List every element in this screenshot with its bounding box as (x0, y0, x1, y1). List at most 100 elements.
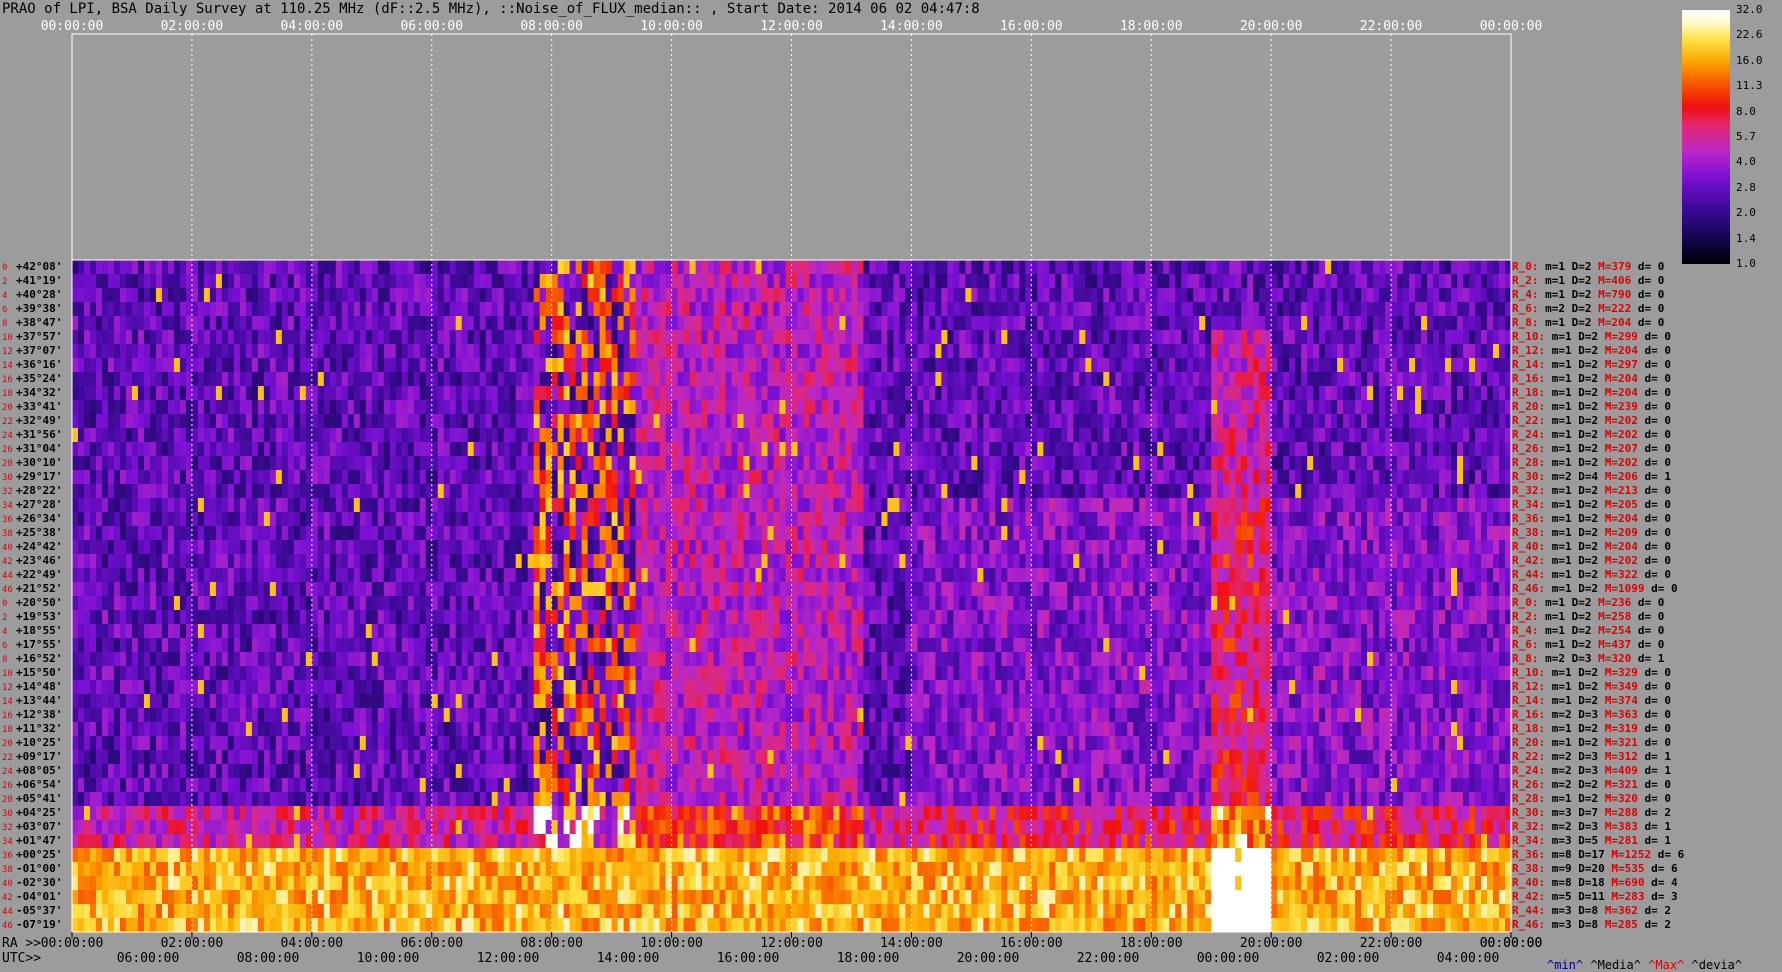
heatmap-cell (251, 330, 259, 345)
heatmap-cell (929, 540, 936, 555)
heatmap-cell (131, 526, 139, 541)
heatmap-cell (191, 330, 199, 345)
heatmap-cell (647, 344, 655, 359)
heatmap-cell (827, 344, 834, 359)
heatmap-cell (695, 498, 703, 513)
heatmap-cell (1403, 456, 1410, 471)
heatmap-cell (497, 442, 505, 457)
heatmap-cell (287, 498, 295, 513)
heatmap-cell (617, 260, 625, 275)
heatmap-cell (1349, 372, 1356, 387)
heatmap-cell (239, 316, 247, 331)
heatmap-cell (1157, 414, 1164, 429)
heatmap-cell (269, 470, 277, 485)
heatmap-cell (1223, 274, 1230, 289)
heatmap-cell (905, 400, 912, 415)
heatmap-cell (1373, 512, 1380, 527)
heatmap-cell (791, 260, 798, 275)
heatmap-cell (407, 274, 415, 289)
heatmap-cell (1211, 386, 1218, 401)
heatmap-cell (857, 414, 864, 429)
heatmap-cell (233, 330, 241, 345)
heatmap-cell (941, 316, 948, 331)
heatmap-cell (1169, 414, 1176, 429)
heatmap-cell (875, 358, 882, 373)
heatmap-cell (1067, 330, 1074, 345)
heatmap-cell (1109, 400, 1116, 415)
heatmap-cell (1439, 456, 1446, 471)
heatmap-cell (407, 456, 415, 471)
heatmap-cell (935, 386, 942, 401)
heatmap-cell (1049, 358, 1056, 373)
heatmap-cell (887, 288, 894, 303)
heatmap-cell (1223, 372, 1230, 387)
heatmap-cell (365, 456, 373, 471)
heatmap-cell (1169, 400, 1176, 415)
heatmap-cell (461, 512, 469, 527)
heatmap-cell (593, 414, 601, 429)
heatmap-cell (857, 274, 864, 289)
heatmap-cell (299, 484, 307, 499)
heatmap-cell (947, 414, 954, 429)
heatmap-cell (1169, 456, 1176, 471)
heatmap-cell (203, 484, 211, 499)
heatmap-cell (251, 372, 259, 387)
heatmap-cell (1133, 260, 1140, 275)
heatmap-cell (389, 540, 397, 555)
heatmap-cell (1367, 512, 1374, 527)
heatmap-cell (317, 400, 325, 415)
heatmap-cell (761, 274, 769, 289)
heatmap-cell (179, 288, 187, 303)
heatmap-cell (239, 526, 247, 541)
heatmap-cell (569, 414, 577, 429)
heatmap-cell (1175, 442, 1182, 457)
heatmap-cell (143, 288, 151, 303)
heatmap-cell (893, 526, 900, 541)
heatmap-cell (1397, 260, 1404, 275)
heatmap-cell (1193, 372, 1200, 387)
heatmap-cell (1499, 470, 1506, 485)
heatmap-cell (779, 344, 787, 359)
heatmap-cell (731, 428, 739, 443)
heatmap-cell (563, 526, 571, 541)
heatmap-cell (1097, 456, 1104, 471)
heatmap-cell (1091, 470, 1098, 485)
heatmap-cell (647, 414, 655, 429)
heatmap-cell (149, 386, 157, 401)
heatmap-cell (791, 526, 798, 541)
heatmap-cell (863, 540, 870, 555)
heatmap-cell (821, 540, 828, 555)
heatmap-cell (311, 344, 319, 359)
heatmap-cell (137, 512, 145, 527)
heatmap-cell (677, 498, 685, 513)
heatmap-cell (1331, 260, 1338, 275)
heatmap-cell (245, 442, 253, 457)
heatmap-cell (167, 540, 175, 555)
heatmap-cell (917, 330, 924, 345)
heatmap-cell (911, 260, 918, 275)
heatmap-cell (281, 526, 289, 541)
heatmap-cell (821, 344, 828, 359)
heatmap-cell (383, 512, 391, 527)
heatmap-cell (101, 372, 109, 387)
heatmap-cell (401, 358, 409, 373)
heatmap-cell (653, 358, 661, 373)
heatmap-cell (455, 288, 463, 303)
heatmap-cell (1277, 274, 1284, 289)
heatmap-cell (689, 386, 697, 401)
heatmap-cell (167, 344, 175, 359)
heatmap-cell (791, 344, 798, 359)
heatmap-cell (1355, 526, 1362, 541)
heatmap-cell (701, 386, 709, 401)
heatmap-cell (287, 526, 295, 541)
heatmap-cell (443, 428, 451, 443)
heatmap-cell (419, 470, 427, 485)
heatmap-cell (365, 512, 373, 527)
heatmap-cell (143, 456, 151, 471)
heatmap-cell (197, 498, 205, 513)
heatmap-cell (281, 386, 289, 401)
heatmap-cell (725, 512, 733, 527)
heatmap-cell (737, 484, 745, 499)
heatmap-cell (551, 274, 559, 289)
heatmap-cell (78, 400, 85, 415)
